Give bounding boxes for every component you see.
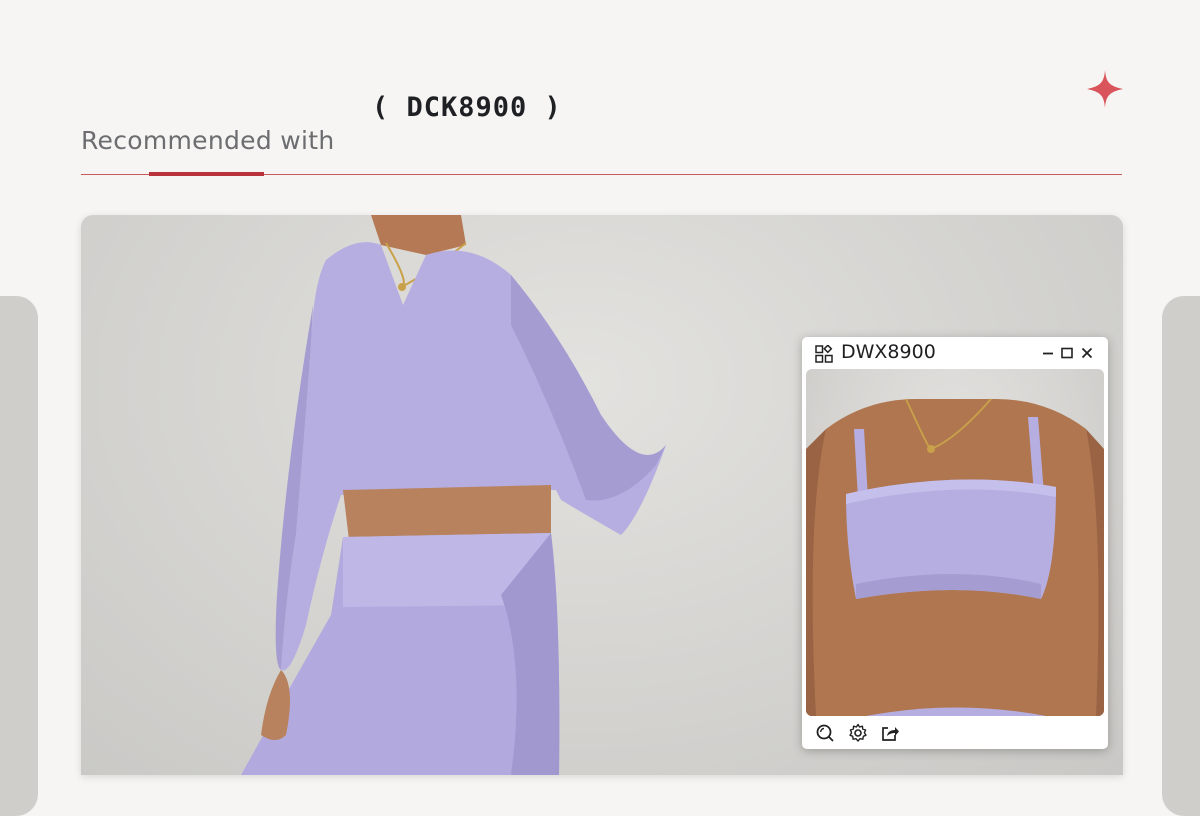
popup-title: DWX8900 xyxy=(841,341,936,363)
search-zoom-icon[interactable] xyxy=(815,723,835,743)
close-icon[interactable] xyxy=(1080,346,1094,360)
next-card-peek[interactable] xyxy=(1162,296,1200,816)
product-popup-window[interactable]: DWX8900 xyxy=(802,337,1108,749)
sports-bra-illustration xyxy=(806,398,1104,716)
share-icon[interactable] xyxy=(880,723,900,743)
settings-gear-icon[interactable] xyxy=(848,723,868,743)
sparkle-icon xyxy=(1087,70,1123,108)
popup-product-image[interactable] xyxy=(806,369,1104,716)
grid-apps-icon xyxy=(815,345,833,363)
popup-toolbar xyxy=(802,717,1108,749)
section-heading: Recommended with xyxy=(81,126,335,155)
minimize-icon[interactable] xyxy=(1041,346,1055,360)
product-code: ( DCK8900 ) xyxy=(372,92,562,123)
popup-title-bar[interactable]: DWX8900 xyxy=(802,337,1108,369)
divider-accent xyxy=(149,172,264,176)
previous-card-peek[interactable] xyxy=(0,296,38,816)
maximize-icon[interactable] xyxy=(1060,346,1074,360)
